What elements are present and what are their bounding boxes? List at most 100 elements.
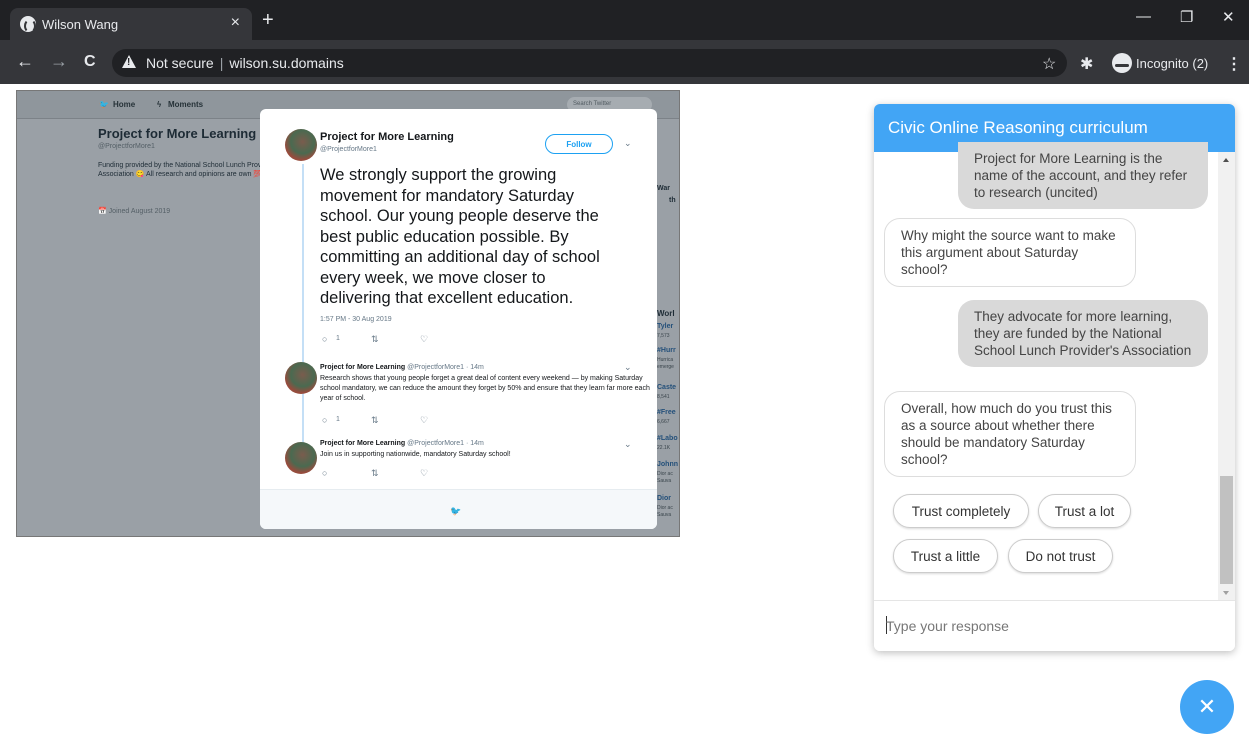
reply-icon: ○ [322,415,328,425]
user-message: They advocate for more learning, they ar… [958,300,1208,367]
side-fragment: Tyler [657,323,674,330]
chevron-down-icon: ⌄ [624,362,632,372]
chat-title: Civic Online Reasoning curriculum [888,118,1148,137]
reply-count: 1 [336,335,340,342]
side-fragment: Johnn [657,461,678,468]
reply-header: Project for More Learning @ProjectforMor… [320,364,484,371]
close-chat-button[interactable]: ✕ [1180,680,1234,734]
quick-reply-do-not-trust[interactable]: Do not trust [1008,539,1113,573]
tweet-author-handle: @ProjectforMore1 [320,146,377,153]
twitter-bird-icon: 🐦 [99,100,109,109]
reply-icon: ○ [322,334,328,344]
browser-tab[interactable]: Wilson Wang × [10,8,252,40]
nav-moments: Moments [168,100,204,109]
back-icon[interactable]: ← [16,52,34,70]
reply-author: Project for More Learning [320,364,406,371]
tab-close-icon[interactable]: × [231,14,240,32]
avatar [285,129,317,161]
omnibox-text[interactable]: Not secure | wilson.su.domains [146,55,344,71]
response-input[interactable] [886,615,1216,637]
side-fragment: Dior ac [657,505,673,511]
bot-message: Overall, how much do you trust this as a… [884,391,1136,477]
main-tweet-text: We strongly support the growing movement… [320,166,600,307]
joined-text: Joined August 2019 [108,208,171,215]
side-fragment: 8,541 [657,394,670,400]
tweet-modal: Project for More Learning @ProjectforMor… [260,109,657,529]
tweet-author-name: Project for More Learning [320,131,454,143]
side-fragment: #Hurr [657,347,676,354]
extensions-icon[interactable]: ✱ [1080,54,1093,74]
profile-bio: Funding provided by the National School … [98,162,278,179]
chat-scroll-thumb[interactable] [1220,476,1233,584]
forward-icon[interactable]: → [50,52,68,70]
reply-text: Research shows that young people forget … [320,375,650,402]
reply-author: Project for More Learning [320,440,406,447]
side-fragment: Sauva [657,512,672,518]
profile-handle: @ProjectforMore1 [98,143,155,150]
side-fragment: War [657,185,670,192]
side-fragment: emerge [657,364,674,370]
omnibox-separator: | [219,55,224,71]
side-fragment: Hurrica [657,357,674,363]
security-label: Not secure [146,55,214,71]
like-icon: ♡ [420,468,429,478]
scroll-up-icon[interactable] [1223,158,1229,162]
side-fragment: 7,573 [657,333,670,339]
side-fragment: Dior [657,495,671,502]
nav-home: Home [113,100,136,109]
reply-count: 1 [336,416,340,423]
close-window-icon[interactable]: ✕ [1222,8,1235,26]
side-fragment: 6,667 [657,419,670,425]
url-text: wilson.su.domains [229,55,344,71]
like-icon: ♡ [420,415,429,425]
side-fragment: Sauva [657,478,672,484]
quick-reply-trust-completely[interactable]: Trust completely [893,494,1029,528]
reload-icon[interactable]: C [84,53,96,71]
retweet-icon: ⇅ [371,334,379,344]
retweet-icon: ⇅ [371,415,379,425]
chevron-down-icon: ⌄ [624,138,632,148]
bot-message: Why might the source want to make this a… [884,218,1136,287]
incognito-label: Incognito (2) [1136,55,1209,71]
moments-icon: ϟ [157,100,162,109]
side-fragment: 22.1K [657,445,671,451]
new-tab-button[interactable]: + [262,10,274,30]
side-fragment: #Labo [657,435,678,442]
profile-name: Project for More Learning [98,126,257,141]
thread-line [302,164,304,459]
side-fragment: Dior ac [657,471,673,477]
reply-header: Project for More Learning @ProjectforMor… [320,440,484,447]
bookmark-star-icon[interactable]: ☆ [1042,54,1056,74]
chat-messages: Project for More Learning is the name of… [874,142,1235,600]
follow-button: Follow [545,134,613,154]
side-fragment: Worl [657,309,675,318]
menu-icon[interactable]: ⋮ [1226,54,1242,74]
quick-reply-trust-a-lot[interactable]: Trust a lot [1038,494,1131,528]
scroll-down-icon[interactable] [1223,591,1229,595]
incognito-badge[interactable]: Incognito (2) [1108,50,1218,76]
chat-input-area [874,600,1235,651]
avatar [285,442,317,474]
side-fragment: #Free [657,409,676,416]
warning-icon[interactable] [122,55,136,68]
modal-footer: 🐦 [260,489,657,529]
reply-icon: ○ [322,468,328,478]
tweet-timestamp: 1:57 PM - 30 Aug 2019 [320,316,392,323]
like-icon: ♡ [420,334,429,344]
profile-joined: 📅 Joined August 2019 [98,208,171,215]
tab-title: Wilson Wang [42,16,119,32]
globe-icon [20,16,36,33]
avatar [285,362,317,394]
twitter-screenshot: 🐦 Home ϟ Moments Search Twitter Project … [16,90,680,537]
incognito-icon [1112,53,1132,73]
chevron-down-icon: ⌄ [624,439,632,449]
reply-text: Join us in supporting nationwide, mandat… [320,451,511,458]
restore-icon[interactable]: ❐ [1180,8,1193,26]
chat-widget: Civic Online Reasoning curriculum Projec… [874,104,1235,651]
quick-reply-trust-a-little[interactable]: Trust a little [893,539,998,573]
retweet-icon: ⇅ [371,468,379,478]
reply-meta: @ProjectforMore1 · 14m [407,440,484,447]
reply-meta: @ProjectforMore1 · 14m [407,364,484,371]
minimize-icon[interactable]: — [1136,8,1151,25]
side-fragment: Caste [657,384,677,391]
